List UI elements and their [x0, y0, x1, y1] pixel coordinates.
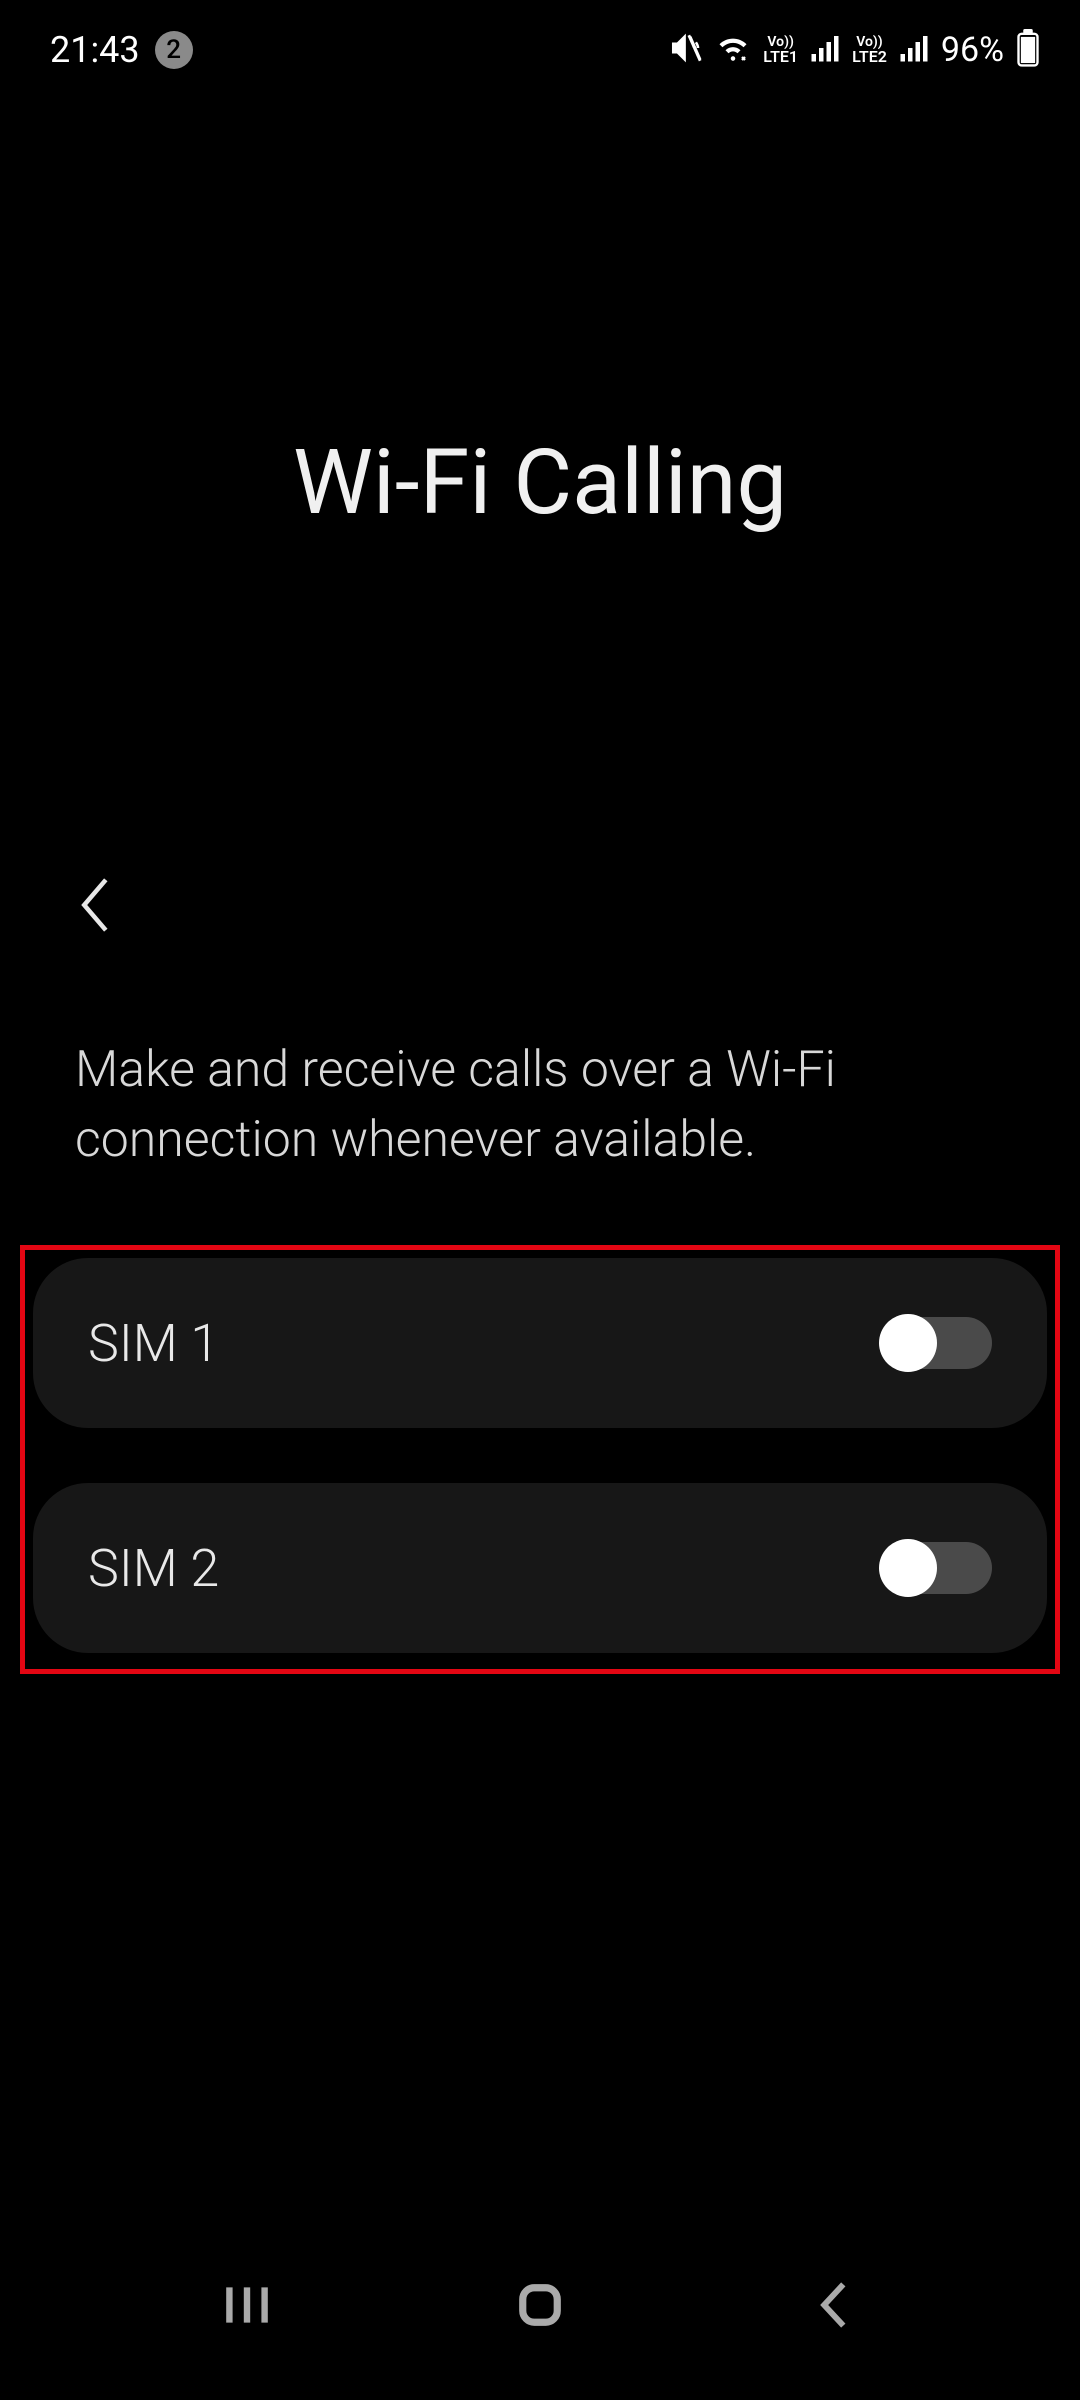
battery-icon [1016, 29, 1040, 71]
page-description: Make and receive calls over a Wi-Fi conn… [0, 1035, 1080, 1175]
recents-icon [223, 2284, 271, 2326]
back-button[interactable] [65, 875, 125, 935]
chevron-left-icon [77, 876, 113, 934]
nav-recents-button[interactable] [207, 2275, 287, 2335]
sim2-row[interactable]: SIM 2 [33, 1483, 1047, 1653]
sim-toggle-highlight: SIM 1 SIM 2 [20, 1245, 1060, 1674]
sim1-label: SIM 1 [88, 1313, 219, 1374]
sim2-label: SIM 2 [88, 1538, 219, 1599]
chevron-left-icon [815, 2280, 851, 2330]
sim1-toggle[interactable] [882, 1317, 992, 1369]
nav-home-button[interactable] [500, 2275, 580, 2335]
toggle-knob [879, 1314, 937, 1372]
wifi-icon [715, 30, 751, 70]
sim2-toggle[interactable] [882, 1542, 992, 1594]
volte1-icon: Vo)) LTE1 [763, 35, 798, 65]
mute-icon [669, 31, 703, 69]
status-bar: 21:43 2 Vo)) LTE1 Vo)) LTE2 96% [0, 0, 1080, 90]
signal2-icon [899, 33, 929, 67]
status-right: Vo)) LTE1 Vo)) LTE2 96% [669, 29, 1040, 71]
notification-badge: 2 [155, 31, 193, 69]
nav-back-button[interactable] [793, 2275, 873, 2335]
signal1-icon [810, 33, 840, 67]
status-time: 21:43 [50, 29, 140, 71]
status-left: 21:43 2 [50, 29, 193, 71]
page-title: Wi-Fi Calling [0, 430, 1080, 535]
volte2-icon: Vo)) LTE2 [852, 35, 887, 65]
home-icon [517, 2282, 563, 2328]
toggle-knob [879, 1539, 937, 1597]
sim1-row[interactable]: SIM 1 [33, 1258, 1047, 1428]
navigation-bar [0, 2240, 1080, 2400]
battery-percentage: 96% [941, 30, 1004, 70]
